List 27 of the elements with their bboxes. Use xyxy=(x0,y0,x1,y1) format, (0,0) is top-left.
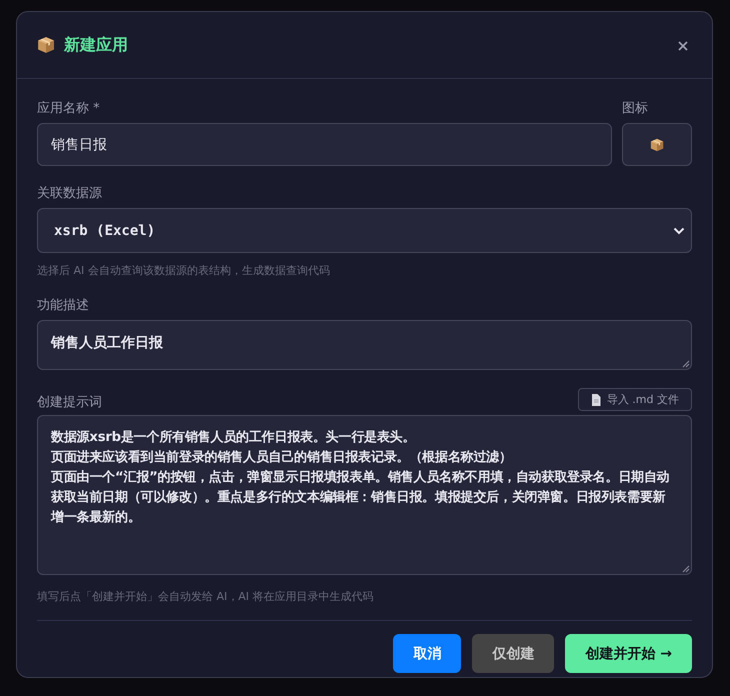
field-label: 应用名称 * xyxy=(37,100,101,117)
description-field[interactable]: 销售人员工作日报 xyxy=(37,320,692,370)
prompt-line: 数据源xsrb是一个所有销售人员的工作日报表。头一行是表头。 xyxy=(51,429,416,447)
field-label: 功能描述 xyxy=(37,297,90,314)
prompt-line: 页面由一个“汇报”的按钮，点击，弹窗显示日报填报表单。销售人员名称不用填，自动获取登录名。日期自动获取当前日期（可以修改）。重点是多行的文本编辑框：销售日报。填报提交后，关闭弹窗。日报列表需要新增一条最新的。 xyxy=(51,468,671,527)
icon-picker[interactable] xyxy=(622,123,692,166)
close-icon xyxy=(678,40,688,50)
name-field[interactable]: 销售日报 xyxy=(37,123,612,166)
chevron-down-icon xyxy=(673,226,685,234)
package-icon xyxy=(650,138,664,152)
import-button[interactable]: 导入 .md 文件 xyxy=(578,388,692,411)
dialog-title: 新建应用 xyxy=(64,34,129,56)
prompt-field[interactable]: 数据源xsrb是一个所有销售人员的工作日报表。头一行是表头。 页面进来应该看到当前登录的销售人员自己的销售日报表记录。（根据名称过滤） 页面由一个“汇报”的按钮，点击，弹窗显示日报填报表单。销售人员名称不用填，自动获取登录名。日期自动获取当前日期（可以修改）。重点是多行的文本编辑框：销售日报。填报提交后，关闭弹窗。日报列表需要新增一条最新的。 xyxy=(37,415,692,575)
document-icon xyxy=(590,394,601,406)
resize-grip-icon[interactable] xyxy=(682,360,690,368)
hint-text: 选择后 AI 会自动查询该数据源的表结构，生成数据查询代码 xyxy=(37,263,331,278)
prompt-line: 页面进来应该看到当前登录的销售人员自己的销售日报表记录。（根据名称过滤） xyxy=(51,448,513,467)
datasource-select[interactable]: xsrb (Excel) xyxy=(37,208,692,253)
field-label: 图标 xyxy=(622,100,649,117)
field-label: 创建提示词 xyxy=(37,394,102,411)
field-label: 关联数据源 xyxy=(37,185,103,202)
dialog-button[interactable]: 取消 xyxy=(393,634,462,673)
package-icon xyxy=(37,36,55,54)
dialog-button[interactable]: 创建并开始 → xyxy=(565,634,692,673)
hint-text: 填写后点「创建并开始」会自动发给 AI，AI 将在应用目录中生成代码 xyxy=(37,589,375,604)
dialog-button[interactable]: 仅创建 xyxy=(472,634,554,673)
resize-grip-icon[interactable] xyxy=(682,565,690,573)
